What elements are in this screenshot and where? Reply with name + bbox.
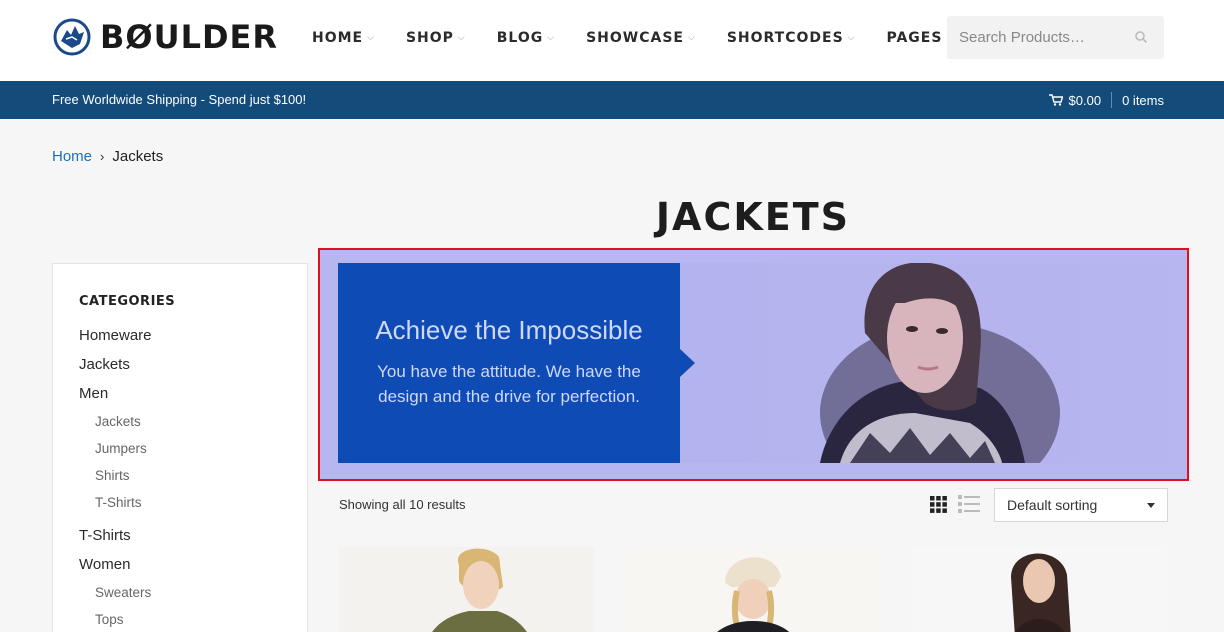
category-men-tshirts[interactable]: T-Shirts bbox=[79, 494, 152, 521]
chevron-down-icon: ⌵ bbox=[367, 33, 375, 43]
category-tshirts[interactable]: T-Shirts bbox=[79, 526, 152, 555]
category-men-jumpers[interactable]: Jumpers bbox=[79, 440, 152, 467]
cart-count: 0 items bbox=[1122, 92, 1164, 108]
banner-title: Achieve the Impossible bbox=[375, 315, 643, 345]
nav-item-label: HOME bbox=[312, 30, 364, 46]
nav-item-blog[interactable]: BLOG ⌵ bbox=[497, 29, 555, 47]
nav-item-home[interactable]: HOME ⌵ bbox=[312, 29, 375, 47]
category-men[interactable]: Men bbox=[79, 384, 152, 413]
shipping-message: Free Worldwide Shipping - Spend just $10… bbox=[52, 92, 307, 107]
banner-model-photo bbox=[680, 263, 1170, 463]
breadcrumb-current: Jackets bbox=[112, 148, 164, 165]
category-sidebar: CATEGORIES Homeware Jackets Men Jackets … bbox=[52, 263, 308, 632]
category-list: Homeware Jackets Men Jackets Jumpers Shi… bbox=[79, 326, 152, 632]
nav-item-showcase[interactable]: SHOWCASE ⌵ bbox=[586, 29, 696, 47]
search-input[interactable] bbox=[959, 29, 1129, 46]
wolf-logo-icon bbox=[53, 18, 91, 56]
breadcrumb: Home › Jackets bbox=[52, 148, 163, 165]
product-card[interactable] bbox=[911, 547, 1167, 632]
product-card[interactable] bbox=[625, 547, 881, 632]
chevron-down-icon: ⌵ bbox=[847, 33, 856, 43]
model-illustration bbox=[820, 263, 1060, 463]
divider bbox=[1111, 92, 1113, 108]
nav-item-label: SHOWCASE bbox=[586, 30, 684, 46]
banner-subtitle: You have the attitude. We have the desig… bbox=[377, 362, 641, 406]
nav-item-label: SHORTCODES bbox=[726, 30, 844, 46]
chevron-right-icon: › bbox=[100, 149, 105, 164]
product-image bbox=[339, 547, 595, 632]
search-icon[interactable] bbox=[1134, 30, 1148, 44]
category-women[interactable]: Women bbox=[79, 555, 152, 584]
category-homeware[interactable]: Homeware bbox=[79, 326, 152, 355]
mini-cart[interactable]: $0.00 0 items bbox=[1048, 92, 1164, 108]
product-card[interactable] bbox=[339, 547, 595, 632]
chevron-down-icon: ⌵ bbox=[547, 33, 556, 43]
list-view-icon[interactable] bbox=[958, 495, 980, 513]
grid-view-icon[interactable] bbox=[930, 496, 947, 513]
cart-total: $0.00 bbox=[1068, 92, 1102, 108]
nav-item-label: BLOG bbox=[496, 30, 544, 46]
nav-item-shortcodes[interactable]: SHORTCODES ⌵ bbox=[727, 29, 856, 47]
chevron-down-icon: ⌵ bbox=[687, 33, 696, 43]
nav-item-shop[interactable]: SHOP ⌵ bbox=[406, 29, 466, 47]
results-count: Showing all 10 results bbox=[339, 497, 466, 512]
banner-text-box: Achieve the Impossible You have the atti… bbox=[338, 263, 695, 463]
product-image bbox=[911, 547, 1167, 632]
category-jackets[interactable]: Jackets bbox=[79, 355, 152, 384]
sort-select[interactable]: Default sorting bbox=[994, 488, 1168, 522]
nav-item-label: PAGES bbox=[886, 30, 943, 46]
product-image bbox=[625, 547, 881, 632]
brand-name: BØULDER bbox=[100, 18, 279, 56]
cart-icon bbox=[1048, 94, 1063, 106]
category-men-shirts[interactable]: Shirts bbox=[79, 467, 152, 494]
page-title: JACKETS bbox=[655, 195, 851, 239]
promo-banner[interactable]: Achieve the Impossible You have the atti… bbox=[318, 248, 1189, 481]
product-search bbox=[947, 16, 1164, 59]
chevron-down-icon: ⌵ bbox=[457, 33, 466, 43]
category-women-sweaters[interactable]: Sweaters bbox=[79, 584, 152, 611]
promo-bar: Free Worldwide Shipping - Spend just $10… bbox=[0, 81, 1224, 119]
category-men-jackets[interactable]: Jackets bbox=[79, 413, 152, 440]
sort-selected-label: Default sorting bbox=[1007, 497, 1098, 513]
caret-down-icon bbox=[1147, 503, 1155, 508]
main-nav: HOME ⌵ SHOP ⌵ BLOG ⌵ SHOWCASE ⌵ SHORTCOD… bbox=[312, 29, 985, 47]
sidebar-heading: CATEGORIES bbox=[79, 294, 176, 309]
breadcrumb-home-link[interactable]: Home bbox=[52, 148, 92, 165]
site-logo[interactable]: BØULDER bbox=[52, 17, 278, 57]
category-women-tops[interactable]: Tops bbox=[79, 611, 152, 632]
site-header: BØULDER HOME ⌵ SHOP ⌵ BLOG ⌵ SHOWCASE ⌵ … bbox=[0, 0, 1224, 81]
nav-item-pages[interactable]: PAGES ⌵ bbox=[887, 29, 955, 47]
nav-item-label: SHOP bbox=[405, 30, 454, 46]
